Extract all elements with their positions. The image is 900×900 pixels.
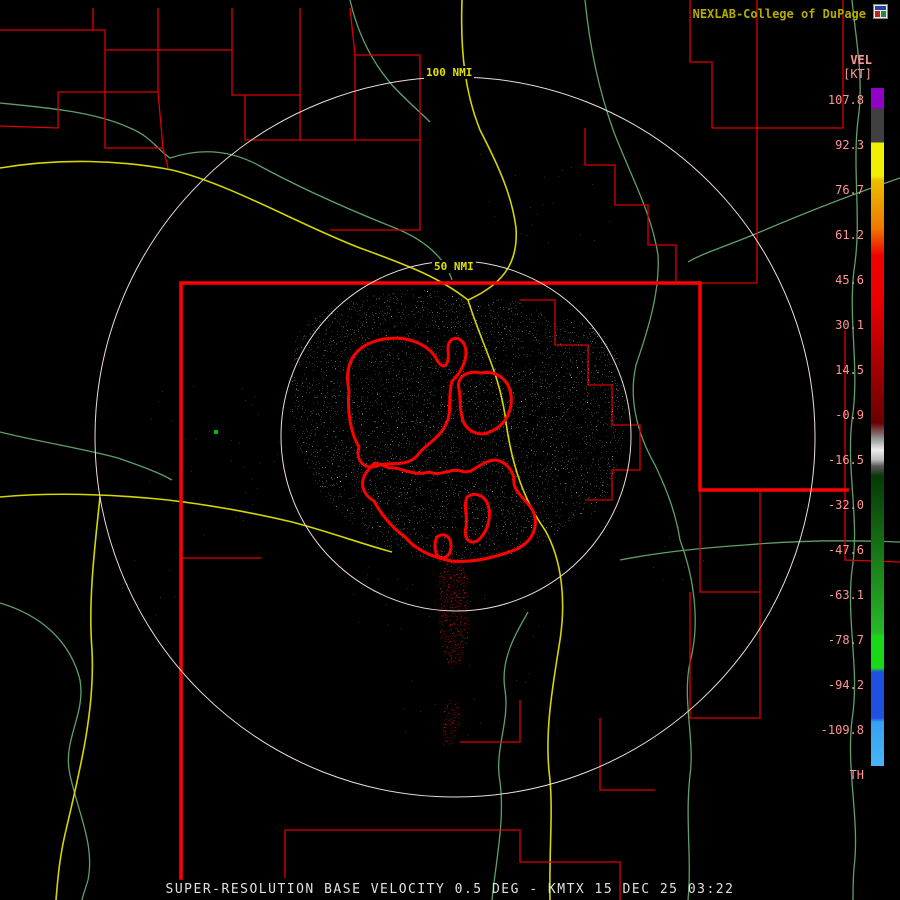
colorbar-tick-label: 61.2 (835, 228, 864, 242)
county-line (584, 0, 844, 284)
river-path (0, 602, 91, 900)
colorbar-tick-label: -109.8 (820, 723, 864, 737)
echo-pixel-green (214, 430, 218, 434)
echo-region (539, 318, 626, 524)
colorbar-tick-label: 30.1 (835, 318, 864, 332)
range-ring-label-50nmi: 50 NMI (432, 260, 476, 273)
product-caption: SUPER-RESOLUTION BASE VELOCITY 0.5 DEG -… (165, 882, 735, 897)
echo-region (474, 146, 619, 285)
colorbar-tick-label: -63.1 (827, 588, 864, 602)
river-path (849, 0, 861, 900)
cod-logo-icon (873, 4, 888, 19)
river-path (0, 102, 453, 281)
colorbar-tick-label: -16.5 (827, 453, 864, 467)
echo-region (639, 516, 710, 583)
river-path (349, 0, 431, 123)
colorbar-tick-label: 45.6 (835, 273, 864, 287)
highway-path (0, 160, 469, 301)
colorbar-tick-label: 107.8 (827, 93, 864, 107)
radar-display: 100 NMI 50 NMI NEXLAB-College of DuPage … (0, 0, 900, 900)
colorbar-tick-label: -47.6 (827, 543, 864, 557)
colorbar-threshold-label: TH (849, 768, 864, 782)
colorbar-title: VEL (850, 53, 872, 67)
colorbar-tick-label: -94.2 (827, 678, 864, 692)
brand-text: NEXLAB-College of DuPage (692, 7, 866, 21)
river-path (687, 177, 900, 263)
colorbar-tick-label: -78.7 (827, 633, 864, 647)
colorbar-tick-label: 14.5 (835, 363, 864, 377)
colorbar-units: [KT] (843, 67, 872, 81)
county-line (0, 7, 421, 231)
radar-map-canvas (0, 0, 900, 900)
highway-path (55, 496, 101, 900)
colorbar-tick-label: -32.0 (827, 498, 864, 512)
colorbar-tick-label: 92.3 (835, 138, 864, 152)
colorbar-tick-label: 76.7 (835, 183, 864, 197)
range-ring-label-100nmi: 100 NMI (424, 66, 475, 79)
velocity-colorbar (871, 88, 884, 766)
river-path (679, 539, 696, 900)
colorbar-tick-label: -0.9 (835, 408, 864, 422)
